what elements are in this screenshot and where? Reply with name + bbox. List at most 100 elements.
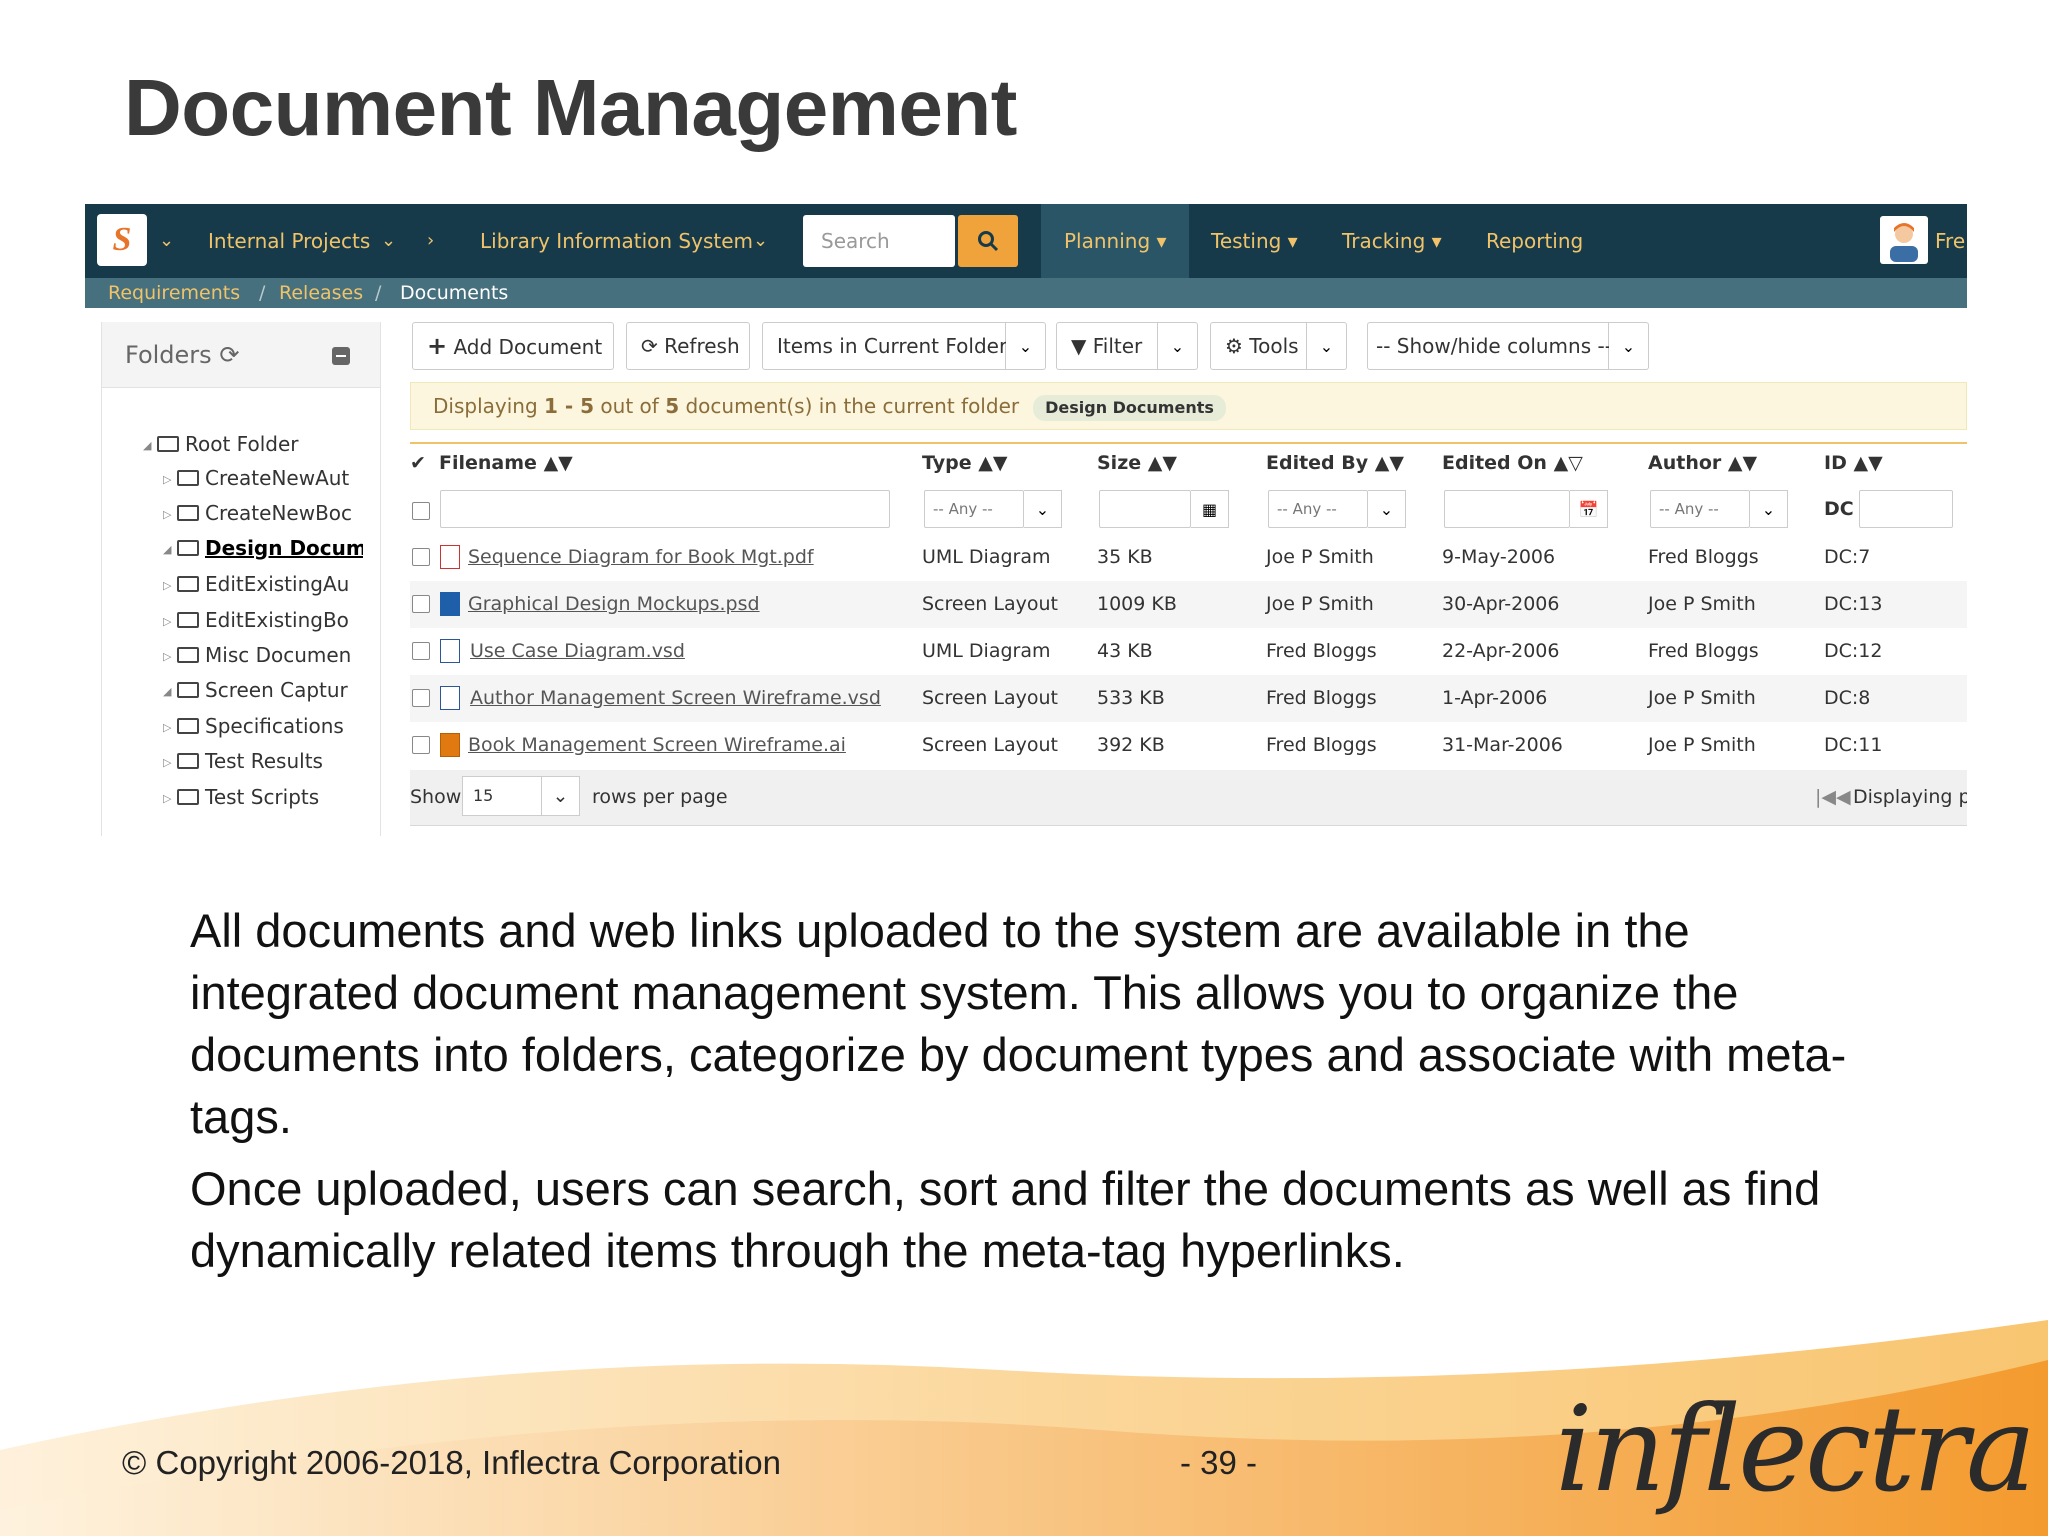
expanded-arrow-icon[interactable]: ◢ (143, 431, 157, 460)
edited-by-filter-select[interactable]: -- Any -- (1268, 490, 1368, 528)
collapsed-arrow-icon[interactable]: ▷ (163, 465, 177, 494)
visio-file-icon (440, 686, 460, 710)
row-checkbox[interactable] (412, 595, 430, 613)
user-avatar[interactable] (1880, 216, 1928, 264)
folder-item[interactable]: ◢ Screen Captur (163, 675, 363, 705)
page-size-select[interactable]: 15 (462, 776, 542, 816)
notice-range: 1 - 5 (544, 394, 595, 418)
document-link[interactable]: Sequence Diagram for Book Mgt.pdf (468, 534, 814, 581)
chevron-down-icon[interactable]: ⌄ (753, 204, 768, 278)
folder-item-selected[interactable]: ◢ Design Docum (163, 533, 363, 563)
slide-title: Document Management (124, 63, 1017, 152)
sort-arrows-icon[interactable]: ▲▼ (1853, 452, 1882, 474)
add-document-label: Add Document (453, 335, 603, 359)
search-button[interactable] (958, 215, 1018, 267)
collapsed-arrow-icon[interactable]: ▷ (163, 784, 177, 813)
product-selector[interactable]: Library Information System (480, 204, 753, 278)
project-selector[interactable]: Internal Projects (208, 204, 370, 278)
column-header-type[interactable]: Type ▲▼ (922, 448, 1007, 478)
document-link[interactable]: Use Case Diagram.vsd (470, 628, 685, 675)
document-author: Fred Bloggs (1648, 546, 1759, 568)
document-id: DC:13 (1824, 593, 1883, 615)
row-checkbox[interactable] (412, 689, 430, 707)
folder-item[interactable]: ▷ Test Results (163, 746, 363, 776)
breadcrumb-requirements[interactable]: Requirements (108, 278, 240, 308)
size-filter-input[interactable] (1099, 490, 1191, 528)
collapsed-arrow-icon[interactable]: ▷ (163, 642, 177, 671)
refresh-icon[interactable]: ⟳ (219, 341, 239, 369)
expanded-arrow-icon[interactable]: ◢ (163, 535, 177, 564)
first-page-icon[interactable]: |◀◀ (1815, 770, 1851, 824)
row-checkbox[interactable] (412, 548, 430, 566)
tools-dropdown-button[interactable]: ⌄ (1307, 322, 1347, 370)
chevron-down-icon[interactable]: ⌄ (381, 204, 396, 278)
column-header-id[interactable]: ID ▲▼ (1824, 448, 1883, 478)
sort-arrows-icon[interactable]: ▲▼ (1375, 452, 1404, 474)
edited-on-filter-input[interactable] (1444, 490, 1570, 528)
type-filter-dropdown[interactable]: ⌄ (1024, 490, 1062, 528)
collapsed-arrow-icon[interactable]: ▷ (163, 571, 177, 600)
row-checkbox[interactable] (412, 736, 430, 754)
select-all-checkmark-icon[interactable]: ✔ (410, 448, 426, 478)
size-filter-button[interactable]: ▦ (1191, 490, 1229, 528)
folder-item[interactable]: ▷ EditExistingBo (163, 605, 363, 635)
column-header-edited-on[interactable]: Edited On ▲▽ (1442, 448, 1583, 478)
folder-item[interactable]: ▷ EditExistingAu (163, 569, 363, 599)
column-header-author[interactable]: Author ▲▼ (1648, 448, 1757, 478)
search-input[interactable]: Search (803, 215, 955, 267)
document-link[interactable]: Graphical Design Mockups.psd (468, 581, 760, 628)
document-link[interactable]: Author Management Screen Wireframe.vsd (470, 675, 881, 722)
folder-tag[interactable]: Design Documents (1033, 394, 1226, 421)
document-link[interactable]: Book Management Screen Wireframe.ai (468, 722, 846, 769)
column-header-filename[interactable]: Filename ▲▼ (439, 448, 573, 478)
sort-arrows-icon[interactable]: ▲▼ (978, 452, 1007, 474)
collapsed-arrow-icon[interactable]: ▷ (163, 713, 177, 742)
type-filter-select[interactable]: -- Any -- (924, 490, 1024, 528)
document-edited-on: 9-May-2006 (1442, 546, 1556, 568)
folder-open-icon (157, 435, 179, 452)
chevron-down-icon[interactable]: ⌄ (159, 204, 174, 278)
collapse-panel-icon[interactable] (332, 347, 350, 365)
folder-item[interactable]: ▷ Specifications (163, 711, 363, 741)
refresh-button[interactable]: ⟳ Refresh (626, 322, 750, 370)
menu-testing[interactable]: Testing ▾ (1211, 204, 1298, 278)
spira-logo-icon[interactable]: S (97, 214, 147, 266)
breadcrumb-releases[interactable]: Releases (279, 278, 363, 308)
filter-dropdown-button[interactable]: ⌄ (1158, 322, 1198, 370)
chevron-down-icon[interactable]: ⌄ (542, 776, 580, 816)
filter-button[interactable]: ▼ Filter (1056, 322, 1158, 370)
filename-filter-input[interactable] (440, 490, 890, 528)
add-document-button[interactable]: + Add Document (412, 322, 614, 370)
author-filter-select[interactable]: -- Any -- (1650, 490, 1750, 528)
row-checkbox[interactable] (412, 642, 430, 660)
column-header-edited-by[interactable]: Edited By ▲▼ (1266, 448, 1404, 478)
edited-by-filter-dropdown[interactable]: ⌄ (1368, 490, 1406, 528)
show-hide-dropdown-button[interactable]: ⌄ (1609, 322, 1649, 370)
expanded-arrow-icon[interactable]: ◢ (163, 677, 177, 706)
folder-item[interactable]: ▷ Test Scripts (163, 782, 363, 812)
sort-arrows-icon[interactable]: ▲▼ (1728, 452, 1757, 474)
show-hide-columns-select[interactable]: -- Show/hide columns -- (1367, 322, 1612, 370)
edited-on-calendar-button[interactable]: 📅 (1570, 490, 1608, 528)
column-header-size[interactable]: Size ▲▼ (1097, 448, 1177, 478)
folder-item[interactable]: ▷ Misc Documen (163, 640, 363, 670)
folder-root[interactable]: ◢ Root Folder (143, 429, 343, 459)
user-name[interactable]: Fre (1935, 204, 1965, 278)
collapsed-arrow-icon[interactable]: ▷ (163, 500, 177, 529)
folder-item[interactable]: ▷ CreateNewBoc (163, 498, 363, 528)
collapsed-arrow-icon[interactable]: ▷ (163, 748, 177, 777)
sort-arrows-icon[interactable]: ▲▽ (1554, 452, 1583, 474)
id-filter-input[interactable] (1859, 490, 1953, 528)
sort-arrows-icon[interactable]: ▲▼ (1148, 452, 1177, 474)
collapsed-arrow-icon[interactable]: ▷ (163, 607, 177, 636)
tools-button[interactable]: ⚙ Tools (1210, 322, 1307, 370)
scope-dropdown-button[interactable]: ⌄ (1006, 322, 1046, 370)
author-filter-dropdown[interactable]: ⌄ (1750, 490, 1788, 528)
menu-planning[interactable]: Planning ▾ (1064, 204, 1167, 278)
folder-item[interactable]: ▷ CreateNewAut (163, 463, 363, 493)
select-all-checkbox[interactable] (412, 502, 430, 520)
scope-select[interactable]: Items in Current Folder (762, 322, 1007, 370)
menu-tracking[interactable]: Tracking ▾ (1342, 204, 1442, 278)
menu-reporting[interactable]: Reporting (1486, 204, 1583, 278)
sort-arrows-icon[interactable]: ▲▼ (544, 452, 573, 474)
